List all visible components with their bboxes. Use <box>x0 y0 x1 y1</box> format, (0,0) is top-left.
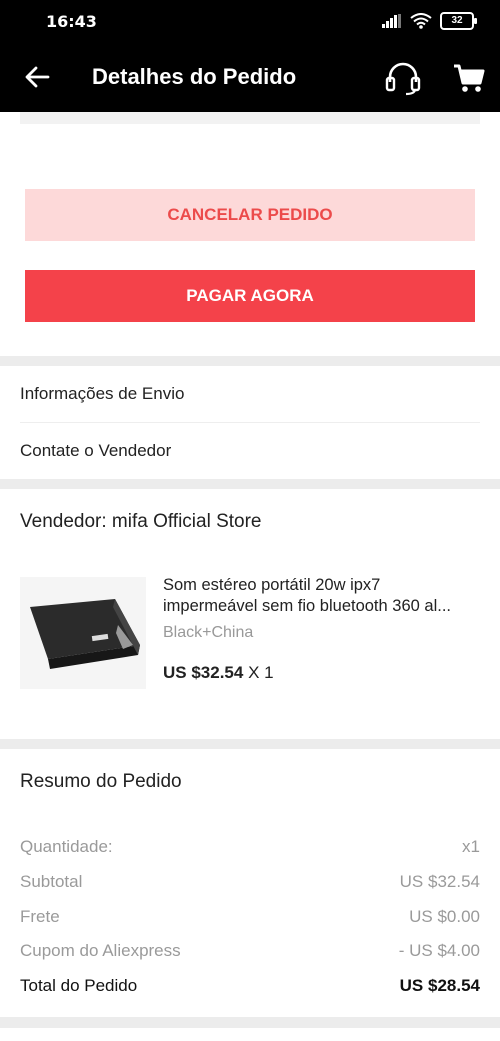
summary-label: Quantidade: <box>20 837 113 856</box>
summary-value: US $32.54 <box>399 872 480 891</box>
battery-level: 32 <box>451 15 463 26</box>
summary-value: US $0.00 <box>409 907 480 926</box>
summary-value: - US $4.00 <box>398 941 480 960</box>
back-arrow-icon[interactable] <box>22 62 52 92</box>
product-variant: Black+China <box>163 624 254 641</box>
total-value: US $28.54 <box>399 976 480 995</box>
product-title[interactable]: Som estéreo portátil 20w ipx7 impermeáve… <box>163 575 481 617</box>
divider-strip <box>20 112 480 124</box>
wifi-icon <box>410 13 432 29</box>
order-summary-section: Resumo do Pedido Quantidade: x1 Subtotal… <box>0 749 500 1017</box>
summary-row-subtotal: Subtotal US $32.54 <box>20 872 480 892</box>
page-title: Detalhes do Pedido <box>92 64 297 89</box>
summary-label: Cupom do Aliexpress <box>20 941 181 960</box>
summary-value: x1 <box>462 837 480 856</box>
cart-icon[interactable] <box>452 62 486 94</box>
summary-row-coupon: Cupom do Aliexpress - US $4.00 <box>20 941 480 961</box>
shipping-info-link[interactable]: Informações de Envio <box>20 366 480 423</box>
seller-name[interactable]: Vendedor: mifa Official Store <box>20 511 262 533</box>
product-price: US $32.54 <box>163 663 244 682</box>
status-icons: 32 <box>382 12 477 30</box>
total-label: Total do Pedido <box>20 976 138 995</box>
status-time: 16:43 <box>46 12 97 31</box>
summary-row-total: Total do Pedido US $28.54 <box>20 976 480 996</box>
contact-seller-link[interactable]: Contate o Vendedor <box>20 423 480 479</box>
next-section-peek <box>0 1028 500 1041</box>
customer-service-icon[interactable] <box>384 60 422 96</box>
battery-icon: 32 <box>440 12 477 30</box>
product-price-row: US $32.54 X 1 <box>163 663 274 683</box>
summary-row-shipping: Frete US $0.00 <box>20 907 480 927</box>
status-bar: 16:43 32 <box>0 0 500 44</box>
pay-now-button[interactable]: PAGAR AGORA <box>25 270 475 322</box>
cancel-order-button[interactable]: CANCELAR PEDIDO <box>25 189 475 241</box>
order-actions-section: CANCELAR PEDIDO PAGAR AGORA <box>0 112 500 356</box>
product-thumbnail[interactable] <box>20 577 146 689</box>
summary-label: Subtotal <box>20 872 83 891</box>
product-quantity: X 1 <box>248 663 274 682</box>
summary-title: Resumo do Pedido <box>20 771 182 792</box>
app-header: Detalhes do Pedido <box>0 44 500 112</box>
product-title-line1: Som estéreo portátil 20w ipx7 <box>163 576 381 594</box>
product-title-line2: impermeável sem fio bluetooth 360 al... <box>163 597 451 615</box>
summary-row-quantity: Quantidade: x1 <box>20 837 480 857</box>
summary-label: Frete <box>20 907 60 926</box>
signal-icon <box>382 14 401 28</box>
order-links-section: Informações de Envio Contate o Vendedor <box>0 366 500 479</box>
store-section: Vendedor: mifa Official Store Som estére… <box>0 489 500 739</box>
